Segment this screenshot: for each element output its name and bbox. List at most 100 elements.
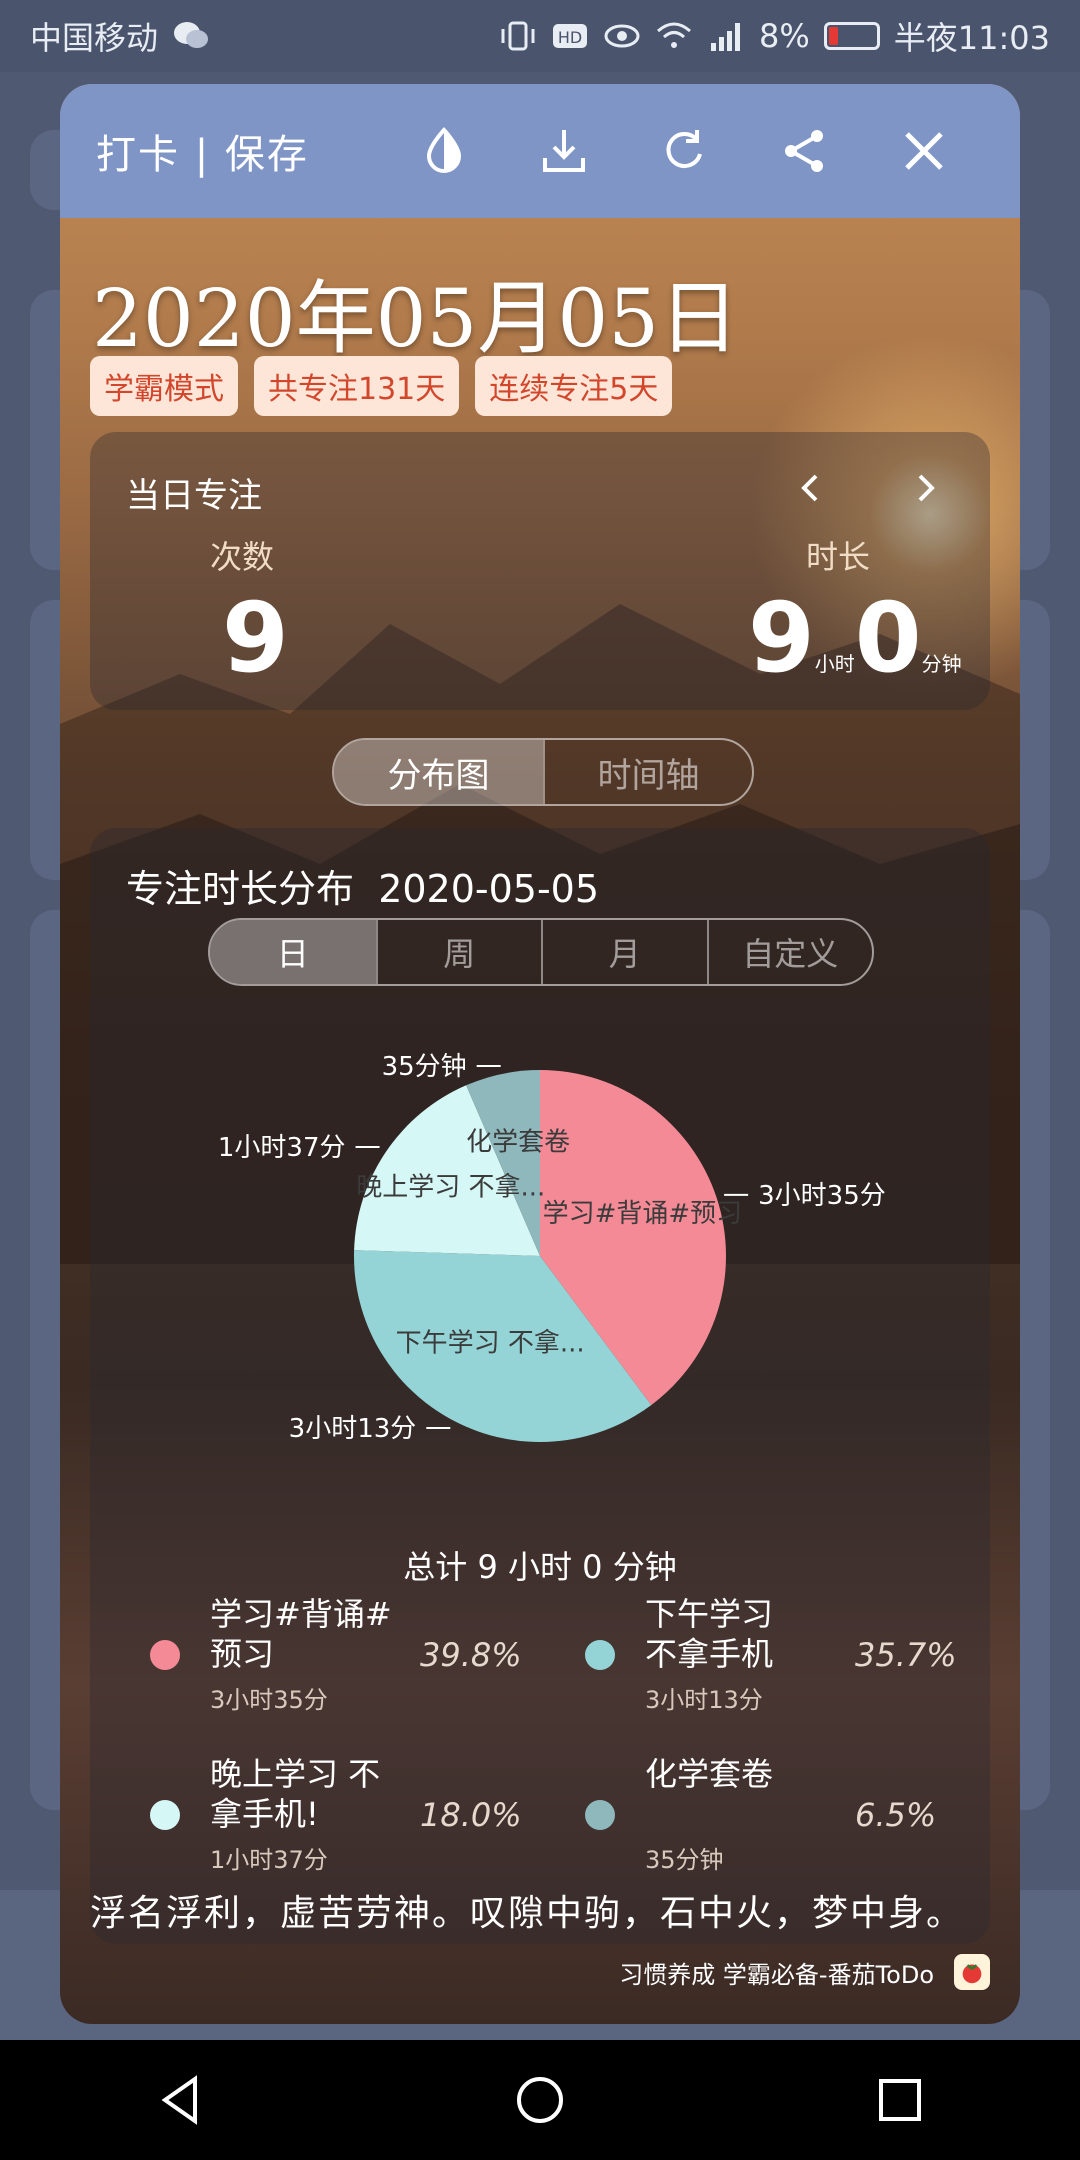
legend-name: 下午学习 不拿手机 (645, 1594, 845, 1674)
legend-dot (150, 1800, 180, 1830)
footer-text: 习惯养成 学霸必备-番茄ToDo (619, 1960, 934, 1989)
pie-slice-label: 化学套卷 (466, 1127, 570, 1157)
hours-value: 9 (748, 582, 815, 694)
legend-name: 化学套卷 (645, 1754, 845, 1794)
share-icon (785, 130, 823, 172)
card-header: 打卡 | 保存 (60, 84, 1020, 218)
legend-duration: 3小时35分 (210, 1686, 328, 1714)
hd-icon: HD (551, 19, 589, 53)
legend-percent: 35.7% (855, 1636, 957, 1674)
minutes-unit: 分钟 (921, 652, 962, 676)
carrier-label: 中国移动 (30, 19, 159, 57)
legend-name: 学习#背诵# 预习 (210, 1594, 410, 1674)
legend-name-line: 化学套卷 (645, 1755, 774, 1793)
distribution-date: 2020-05-05 (378, 867, 600, 911)
system-nav-bar (0, 2040, 1080, 2160)
legend-dot (585, 1640, 615, 1670)
close-button[interactable] (864, 96, 984, 206)
total-duration: 总计 9 小时 0 分钟 (403, 1548, 677, 1586)
status-bar: 中国移动 HD 8% 半夜11:03 (0, 0, 1080, 72)
pie-slice-label: 下午学习 不拿... (396, 1329, 585, 1359)
duration-label: 时长 (806, 538, 871, 576)
legend-percent: 6.5% (855, 1796, 937, 1834)
count-label: 次数 (210, 538, 275, 576)
count-value: 9 (222, 582, 289, 694)
pie-slice-label: 晚上学习 不拿... (356, 1172, 545, 1202)
legend-dot (150, 1640, 180, 1670)
battery-percent: 8% (759, 17, 810, 55)
legend-duration: 1小时37分 (210, 1846, 328, 1874)
pie-duration-label: 3小时35分 (758, 1181, 886, 1211)
prev-day-button[interactable] (780, 458, 840, 518)
legend-duration: 35分钟 (645, 1846, 724, 1874)
mode-badge: 学霸模式 (90, 356, 238, 416)
legend-item[interactable]: 下午学习 不拿手机 35.7% 3小时13分 (525, 1594, 965, 1714)
pie-duration-label: 1小时37分 (218, 1133, 346, 1163)
legend-name-line: 不拿手机 (645, 1635, 774, 1673)
daily-focus-panel: 当日专注 次数 9 时长 9小时0分钟 (90, 432, 990, 710)
wechat-icon (172, 19, 210, 53)
legend-dot (585, 1800, 615, 1830)
tab-month[interactable]: 月 (541, 920, 707, 984)
wifi-icon (655, 19, 693, 53)
next-day-button[interactable] (896, 458, 956, 518)
tab-week[interactable]: 周 (375, 920, 542, 984)
legend-name-line: 拿手机! (210, 1795, 319, 1833)
date-title: 2020年05月05日 (92, 272, 740, 365)
legend-name: 晚上学习 不拿手机! (210, 1754, 410, 1834)
legend-name-line: 晚上学习 不 (210, 1755, 381, 1793)
daily-focus-title: 当日专注 (126, 476, 262, 516)
download-icon (543, 130, 585, 172)
pie-chart: 学习#背诵#预习 3小时35分下午学习 不拿... 3小时13分 晚上学习 不拿...… (218, 1052, 886, 1444)
pie-slice-label: 学习#背诵#预习 (543, 1199, 743, 1229)
legend-item[interactable]: 化学套卷 6.5% 35分钟 (525, 1754, 965, 1874)
back-icon[interactable] (153, 2073, 207, 2127)
view-tabs: 分布图 时间轴 (332, 738, 754, 806)
signal-icon (707, 19, 745, 53)
legend-name-line: 学习#背诵# (210, 1595, 392, 1633)
streak-badge: 连续专注5天 (475, 356, 673, 416)
contrast-icon (426, 127, 462, 173)
tab-distribution[interactable]: 分布图 (334, 740, 543, 804)
download-button[interactable] (504, 96, 624, 206)
badge-row: 学霸模式 共专注131天 连续专注5天 (90, 356, 673, 416)
pie-duration-label: 35分钟 (382, 1052, 467, 1082)
legend-percent: 18.0% (420, 1796, 522, 1834)
minutes-value: 0 (854, 582, 922, 694)
chevron-right-icon (918, 474, 935, 502)
pie-chart-area: 学习#背诵#预习 3小时35分下午学习 不拿... 3小时13分 晚上学习 不拿...… (60, 994, 1020, 1534)
quote-text: 浮名浮利，虚苦劳神。叹隙中驹，石中火，梦中身。 (90, 1893, 965, 1934)
svg-text:HD: HD (558, 28, 582, 47)
distribution-title-text: 专注时长分布 (126, 867, 355, 911)
contrast-button[interactable] (384, 96, 504, 206)
refresh-button[interactable] (624, 96, 744, 206)
tab-custom[interactable]: 自定义 (706, 920, 873, 984)
legend-percent: 39.8% (420, 1636, 522, 1674)
duration-value: 9小时0分钟 (748, 582, 962, 694)
legend-item[interactable]: 晚上学习 不拿手机! 18.0% 1小时37分 (90, 1754, 530, 1874)
footer: 习惯养成 学霸必备-番茄ToDo (619, 1954, 990, 1990)
period-tabs: 日 周 月 自定义 (208, 918, 874, 986)
close-icon (905, 132, 943, 170)
vibrate-icon (499, 19, 537, 53)
checkin-card: 打卡 | 保存 2020年05月05日 学霸模式 共专注131天 连续专注5天 … (60, 84, 1020, 2024)
share-button[interactable] (744, 96, 864, 206)
refresh-icon (666, 130, 702, 168)
battery-icon (823, 22, 880, 50)
legend-name-line: 下午学习 (645, 1595, 774, 1633)
chevron-left-icon (801, 474, 818, 502)
home-icon[interactable] (513, 2073, 567, 2127)
total-days-badge: 共专注131天 (254, 356, 460, 416)
recents-icon[interactable] (873, 2073, 927, 2127)
legend-item[interactable]: 学习#背诵# 预习 39.8% 3小时35分 (90, 1594, 530, 1714)
clock: 半夜11:03 (893, 19, 1050, 57)
legend-name-line: 预习 (210, 1635, 275, 1673)
tab-timeline[interactable]: 时间轴 (543, 740, 752, 804)
distribution-title: 专注时长分布 2020-05-05 (126, 858, 599, 913)
pie-duration-label: 3小时13分 (289, 1414, 417, 1444)
eye-icon (603, 19, 641, 53)
header-title: 打卡 | 保存 (96, 132, 309, 178)
legend: 学习#背诵# 预习 39.8% 3小时35分 下午学习 不拿手机 35.7% 3小时… (90, 1594, 990, 1934)
tab-day[interactable]: 日 (210, 920, 376, 984)
legend-duration: 3小时13分 (645, 1686, 763, 1714)
